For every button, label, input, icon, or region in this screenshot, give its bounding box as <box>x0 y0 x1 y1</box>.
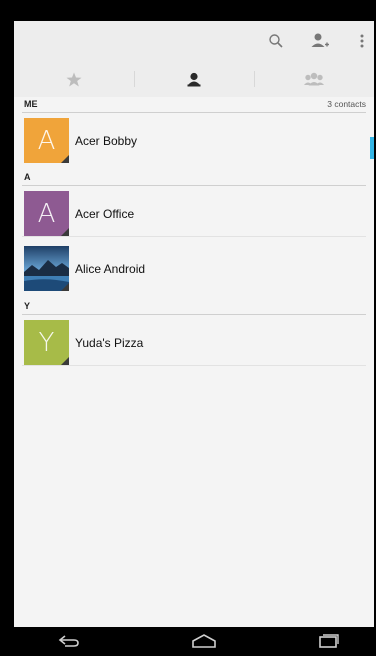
star-icon <box>66 72 82 86</box>
tab-all-contacts[interactable] <box>134 61 254 97</box>
row-divider <box>22 236 366 237</box>
fast-scroll-indicator[interactable] <box>370 137 374 159</box>
tab-bar <box>14 61 374 97</box>
contacts-screen: ME 3 contacts A Acer Bobby A A Acer Offi… <box>14 21 374 627</box>
avatar: A <box>24 191 69 236</box>
contact-row[interactable]: A Acer Office <box>22 187 366 237</box>
contact-name: Alice Android <box>75 262 146 276</box>
contact-row[interactable]: Alice Android <box>22 242 366 292</box>
avatar-corner <box>61 357 69 365</box>
avatar-initial: Y <box>38 327 55 358</box>
back-icon[interactable] <box>54 631 84 651</box>
device-frame: ME 3 contacts A Acer Bobby A A Acer Offi… <box>14 0 374 656</box>
contact-name: Acer Bobby <box>75 134 138 148</box>
navigation-bar <box>14 627 374 656</box>
contact-name: Yuda's Pizza <box>75 336 144 350</box>
search-icon[interactable] <box>264 29 288 53</box>
avatar-corner <box>61 155 69 163</box>
avatar: A <box>24 118 69 163</box>
avatar-initial: A <box>37 198 56 229</box>
section-header-me: ME 3 contacts <box>22 95 366 113</box>
avatar-corner <box>61 228 69 236</box>
section-label: A <box>24 172 31 182</box>
add-contact-icon[interactable] <box>308 29 332 53</box>
row-divider <box>22 365 366 366</box>
contact-name: Acer Office <box>75 207 135 221</box>
status-bar <box>14 0 374 21</box>
section-header-y: Y <box>22 297 366 315</box>
recent-apps-icon[interactable] <box>314 631 344 651</box>
section-header-a: A <box>22 168 366 186</box>
avatar-corner <box>61 283 69 291</box>
contact-row[interactable]: A Acer Bobby <box>22 114 366 164</box>
avatar-initial: A <box>37 125 56 156</box>
tab-groups[interactable] <box>254 61 374 97</box>
home-icon[interactable] <box>189 631 219 651</box>
avatar: Y <box>24 320 69 365</box>
section-label: Y <box>24 301 31 311</box>
action-bar <box>14 21 374 61</box>
contacts-count: 3 contacts <box>327 99 366 109</box>
person-icon <box>187 72 201 86</box>
tab-favorites[interactable] <box>14 61 134 97</box>
section-label: ME <box>24 99 38 109</box>
avatar <box>24 246 69 291</box>
contact-row[interactable]: Y Yuda's Pizza <box>22 316 366 366</box>
group-icon <box>304 72 324 85</box>
overflow-menu-icon[interactable] <box>350 29 374 53</box>
